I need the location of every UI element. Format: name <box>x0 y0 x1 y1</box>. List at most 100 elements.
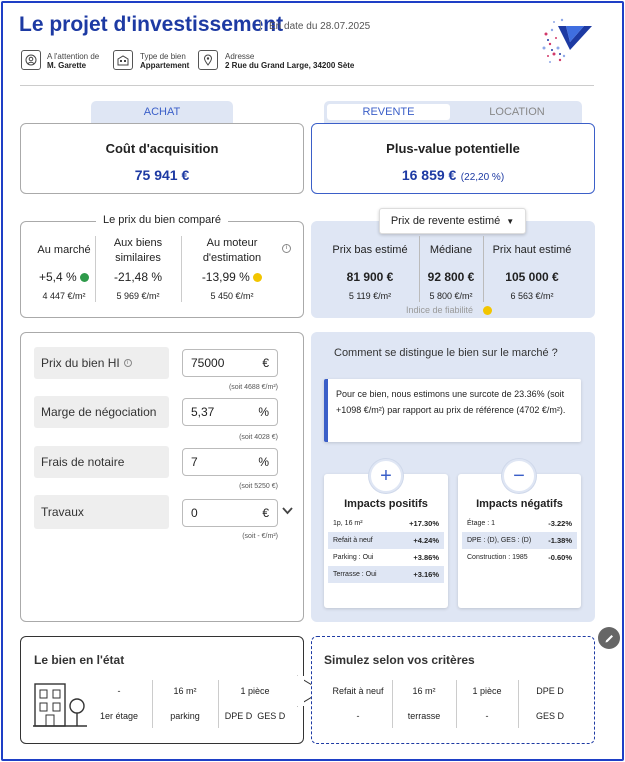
title-separator <box>260 21 261 31</box>
distinction-title: Comment se distingue le bien sur le marc… <box>334 347 558 359</box>
tab-location[interactable]: LOCATION <box>455 101 579 123</box>
etat-rooms: 1 pièce <box>240 686 270 696</box>
simulate-title: Simulez selon vos critères <box>324 653 475 667</box>
impact-value: +4.24% <box>413 536 439 545</box>
margin-input-value: 5,37 <box>191 405 215 419</box>
address-label: Adresse <box>225 52 255 61</box>
compare-market-pct: +5,4 % <box>38 270 77 284</box>
tab-achat[interactable]: ACHAT <box>91 101 233 123</box>
notary-note: (soit 5250 €) <box>239 483 278 490</box>
notary-input[interactable]: 7% <box>182 448 278 476</box>
list-item: Terrasse : Oui +3.16% <box>328 566 444 583</box>
revente-low-sqm: 5 119 €/m² <box>348 291 392 301</box>
simulate-divider-2 <box>456 680 457 728</box>
margin-row-label: Marge de négociation <box>34 396 169 428</box>
simulate-dpe: DPE D <box>536 686 564 696</box>
price-unit: € <box>262 356 269 370</box>
impact-value: +3.16% <box>413 570 439 579</box>
impact-value: -0.60% <box>548 553 572 562</box>
revente-median-label: Médiane <box>429 244 473 256</box>
impact-value: -3.22% <box>548 519 572 528</box>
revente-median-value: 92 800 € <box>427 270 475 284</box>
compare-similar-pct: -21,48 % <box>113 270 163 284</box>
compare-engine-sqm: 5 450 €/m² <box>210 291 254 301</box>
simulate-rooms: 1 pièce <box>472 686 502 696</box>
market-status-dot <box>80 273 90 283</box>
negative-impacts-card: Impacts négatifs Étage : 1 -3.22% DPE : (… <box>458 474 581 608</box>
notary-unit: % <box>258 455 269 469</box>
works-unit: € <box>262 506 269 520</box>
simulate-divider-3 <box>518 680 519 728</box>
attention-info: A l'attention de M. Garette <box>47 52 99 70</box>
compare-market-pct-line: +5,4 % <box>28 270 100 284</box>
location-pin-icon <box>198 50 218 70</box>
pencil-icon <box>605 634 613 642</box>
revente-divider-2 <box>483 236 484 302</box>
impact-value: +17.30% <box>409 519 439 528</box>
revente-low-label: Prix bas estimé <box>332 244 408 256</box>
margin-unit: % <box>258 405 269 419</box>
compare-divider-2 <box>181 236 182 302</box>
impact-label: 1p, 16 m² <box>333 520 363 527</box>
fiability-label: Indice de fiabilité <box>406 305 474 315</box>
type-value: Appartement <box>140 61 190 70</box>
revente-low-value: 81 900 € <box>346 270 394 284</box>
impact-label: Construction : 1985 <box>467 554 528 561</box>
margin-note: (soit 4028 €) <box>239 434 278 441</box>
price-info-icon[interactable]: i <box>123 359 132 367</box>
plusvalue-pct: (22,20 %) <box>460 172 505 183</box>
acquisition-card: Coût d'acquisition 75 941 € <box>20 123 304 194</box>
notary-row-label: Frais de notaire <box>34 446 169 478</box>
price-input-value: 75000 <box>191 356 225 370</box>
compare-engine-pct-line: -13,99 % <box>188 270 276 284</box>
chevron-down-icon: ▼ <box>506 216 515 226</box>
etat-floor: 1er étage <box>99 711 139 721</box>
price-input[interactable]: 75000 € <box>182 349 278 377</box>
info-icon[interactable]: i <box>282 244 291 253</box>
simulate-ges: GES D <box>535 711 564 721</box>
building-illustration-icon <box>33 683 87 727</box>
etat-parking: parking <box>170 711 200 721</box>
acquisition-title: Coût d'acquisition <box>105 141 219 156</box>
etat-title: Le bien en l'état <box>34 653 125 667</box>
revente-dropdown-label: Prix de revente estimé <box>390 215 501 227</box>
works-input[interactable]: 0 € <box>182 499 278 527</box>
brand-logo <box>542 18 592 63</box>
etat-divider-2 <box>218 680 219 728</box>
page-title: Le projet d'investissement <box>19 13 284 36</box>
plusvalue-card: Plus-value potentielle 16 859 € (22,20 %… <box>311 123 595 194</box>
attention-label: A l'attention de <box>47 52 100 61</box>
compare-divider-1 <box>95 236 96 302</box>
revente-high-label: Prix haut estimé <box>492 244 572 256</box>
surcote-callout: Pour ce bien, nous estimons une surcote … <box>324 379 581 442</box>
negative-impacts-title: Impacts négatifs <box>476 498 563 510</box>
compare-engine-label: Au moteur d'estimation <box>202 237 262 264</box>
compare-similar-label: Aux biens similaires <box>113 237 163 264</box>
price-note: (soit 4688 €/m²) <box>228 384 278 391</box>
impact-label: Parking : Oui <box>333 554 374 561</box>
revente-dropdown[interactable]: Prix de revente estimé ▼ <box>379 208 526 234</box>
notary-input-value: 7 <box>191 455 198 469</box>
impact-label: Refait à neuf <box>333 537 373 544</box>
expand-chevron-icon[interactable] <box>282 507 293 515</box>
works-note: (soit - €/m²) <box>242 533 278 540</box>
impact-label: Étage : 1 <box>467 520 496 527</box>
etat-floor-top: - <box>117 686 121 696</box>
works-row-label: Travaux <box>34 495 169 529</box>
edit-pencil-button[interactable] <box>598 627 620 649</box>
etat-surface: 16 m² <box>173 686 197 696</box>
margin-input[interactable]: 5,37% <box>182 398 278 426</box>
simulate-cell-3b: - <box>485 711 489 721</box>
compare-similar-sqm: 5 969 €/m² <box>116 291 160 301</box>
type-info: Type de bien Appartement <box>140 52 189 70</box>
plusvalue-title: Plus-value potentielle <box>386 141 520 156</box>
address-info: Adresse 2 Rue du Grand Large, 34200 Sète <box>225 52 354 70</box>
plusvalue-line: 16 859 € (22,20 %) <box>312 167 594 185</box>
tab-revente[interactable]: REVENTE <box>327 104 450 120</box>
price-label: Prix du bien HI <box>41 356 120 370</box>
price-row-label: Prix du bien HI i <box>34 347 169 379</box>
positive-impacts-list: 1p, 16 m² +17.30% Refait à neuf +4.24% Par… <box>324 515 448 583</box>
fiability-dot <box>483 306 492 315</box>
revente-median-sqm: 5 800 €/m² <box>429 291 473 301</box>
header-divider <box>20 85 594 86</box>
